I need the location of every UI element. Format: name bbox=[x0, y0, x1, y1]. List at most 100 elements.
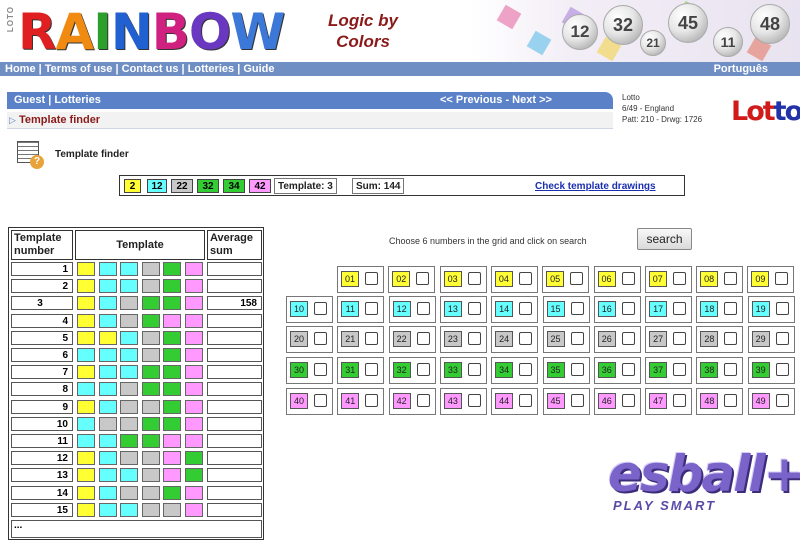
grid-checkbox[interactable] bbox=[467, 363, 481, 376]
grid-checkbox[interactable] bbox=[673, 394, 687, 407]
grid-cell[interactable]: 23 bbox=[439, 326, 487, 353]
grid-cell[interactable]: 39 bbox=[747, 357, 795, 384]
template-number-cell[interactable]: 12 bbox=[11, 451, 73, 466]
grid-cell[interactable]: 34 bbox=[491, 357, 539, 384]
grid-cell[interactable]: 07 bbox=[644, 266, 692, 293]
grid-checkbox[interactable] bbox=[314, 363, 327, 376]
template-number-cell[interactable]: 4 bbox=[11, 313, 73, 328]
grid-checkbox[interactable] bbox=[621, 302, 635, 315]
grid-checkbox[interactable] bbox=[621, 272, 635, 285]
grid-checkbox[interactable] bbox=[775, 394, 789, 407]
grid-cell[interactable]: 22 bbox=[388, 326, 436, 353]
grid-checkbox[interactable] bbox=[570, 332, 584, 345]
grid-cell[interactable]: 49 bbox=[747, 388, 795, 415]
grid-checkbox[interactable] bbox=[775, 332, 789, 345]
grid-checkbox[interactable] bbox=[519, 332, 533, 345]
grid-checkbox[interactable] bbox=[570, 272, 584, 285]
grid-cell[interactable]: 32 bbox=[388, 357, 436, 384]
grid-cell[interactable]: 33 bbox=[439, 357, 487, 384]
grid-checkbox[interactable] bbox=[365, 272, 378, 285]
grid-cell[interactable]: 03 bbox=[439, 266, 487, 293]
grid-cell[interactable]: 20 bbox=[286, 326, 333, 353]
grid-checkbox[interactable] bbox=[365, 363, 379, 376]
grid-cell[interactable]: 41 bbox=[337, 388, 385, 415]
grid-cell[interactable]: 26 bbox=[593, 326, 641, 353]
grid-checkbox[interactable] bbox=[365, 302, 379, 315]
grid-checkbox[interactable] bbox=[673, 302, 687, 315]
grid-cell[interactable]: 28 bbox=[696, 326, 744, 353]
grid-cell[interactable]: 25 bbox=[542, 326, 590, 353]
template-number-cell[interactable]: 15 bbox=[11, 502, 73, 517]
grid-cell[interactable]: 43 bbox=[439, 388, 487, 415]
grid-checkbox[interactable] bbox=[416, 302, 430, 315]
grid-checkbox[interactable] bbox=[519, 394, 533, 407]
grid-cell[interactable]: 24 bbox=[491, 326, 539, 353]
grid-cell[interactable]: 15 bbox=[542, 296, 590, 323]
grid-checkbox[interactable] bbox=[314, 394, 327, 407]
grid-checkbox[interactable] bbox=[775, 363, 789, 376]
grid-cell[interactable]: 42 bbox=[388, 388, 436, 415]
template-number-cell[interactable]: 5 bbox=[11, 330, 73, 345]
grid-cell[interactable]: 18 bbox=[696, 296, 744, 323]
grid-checkbox[interactable] bbox=[467, 332, 481, 345]
grid-checkbox[interactable] bbox=[519, 363, 533, 376]
nav-contact-link[interactable]: Contact us bbox=[122, 63, 179, 75]
grid-cell[interactable]: 05 bbox=[542, 266, 590, 293]
grid-checkbox[interactable] bbox=[570, 302, 584, 315]
grid-cell[interactable]: 02 bbox=[388, 266, 436, 293]
grid-checkbox[interactable] bbox=[724, 302, 738, 315]
grid-cell[interactable]: 45 bbox=[542, 388, 590, 415]
grid-checkbox[interactable] bbox=[365, 394, 379, 407]
grid-checkbox[interactable] bbox=[673, 332, 687, 345]
rainbow-logo[interactable]: RAINBOW bbox=[18, 4, 285, 60]
template-number-cell[interactable]: 2 bbox=[11, 279, 73, 294]
grid-cell[interactable]: 30 bbox=[286, 357, 333, 384]
grid-cell[interactable]: 44 bbox=[491, 388, 539, 415]
grid-cell[interactable]: 06 bbox=[593, 266, 641, 293]
nav-lotteries-link[interactable]: Lotteries bbox=[188, 63, 234, 75]
grid-checkbox[interactable] bbox=[467, 272, 481, 285]
template-number-cell[interactable]: 13 bbox=[11, 468, 73, 483]
grid-cell[interactable]: 01 bbox=[337, 266, 384, 293]
nav-home-link[interactable]: Home bbox=[5, 63, 36, 75]
template-number-cell[interactable]: 8 bbox=[11, 382, 73, 397]
grid-cell[interactable]: 12 bbox=[388, 296, 436, 323]
grid-checkbox[interactable] bbox=[467, 394, 481, 407]
grid-cell[interactable]: 10 bbox=[286, 296, 333, 323]
grid-cell[interactable]: 37 bbox=[645, 357, 693, 384]
language-link[interactable]: Português bbox=[714, 62, 768, 76]
template-number-cell[interactable]: 6 bbox=[11, 348, 73, 362]
grid-checkbox[interactable] bbox=[518, 272, 532, 285]
grid-checkbox[interactable] bbox=[416, 332, 430, 345]
lotteries-link[interactable]: Lotteries bbox=[54, 94, 100, 106]
grid-checkbox[interactable] bbox=[621, 363, 635, 376]
grid-cell[interactable]: 09 bbox=[747, 266, 795, 293]
grid-cell[interactable]: 36 bbox=[593, 357, 641, 384]
grid-checkbox[interactable] bbox=[673, 363, 687, 376]
check-template-drawings-link[interactable]: Check template drawings bbox=[535, 181, 656, 192]
grid-checkbox[interactable] bbox=[621, 394, 635, 407]
grid-cell[interactable]: 17 bbox=[645, 296, 693, 323]
grid-cell[interactable]: 08 bbox=[696, 266, 744, 293]
grid-checkbox[interactable] bbox=[416, 363, 430, 376]
grid-cell[interactable]: 35 bbox=[542, 357, 590, 384]
template-number-cell[interactable]: 7 bbox=[11, 365, 73, 380]
template-number-cell[interactable]: 1 bbox=[11, 262, 73, 276]
grid-cell[interactable]: 21 bbox=[337, 326, 385, 353]
grid-checkbox[interactable] bbox=[775, 272, 789, 285]
grid-checkbox[interactable] bbox=[570, 394, 584, 407]
grid-cell[interactable]: 48 bbox=[696, 388, 744, 415]
search-button[interactable]: search bbox=[637, 228, 692, 250]
grid-checkbox[interactable] bbox=[672, 272, 686, 285]
template-number-cell[interactable]: 11 bbox=[11, 434, 73, 448]
grid-checkbox[interactable] bbox=[775, 302, 789, 315]
nav-guide-link[interactable]: Guide bbox=[243, 63, 274, 75]
grid-checkbox[interactable] bbox=[724, 394, 738, 407]
next-link[interactable]: Next >> bbox=[512, 94, 552, 106]
grid-cell[interactable]: 19 bbox=[747, 296, 795, 323]
grid-cell[interactable]: 27 bbox=[645, 326, 693, 353]
grid-cell[interactable]: 11 bbox=[337, 296, 385, 323]
grid-checkbox[interactable] bbox=[416, 394, 430, 407]
guest-label[interactable]: Guest bbox=[14, 94, 45, 106]
template-number-cell[interactable]: 9 bbox=[11, 399, 73, 414]
